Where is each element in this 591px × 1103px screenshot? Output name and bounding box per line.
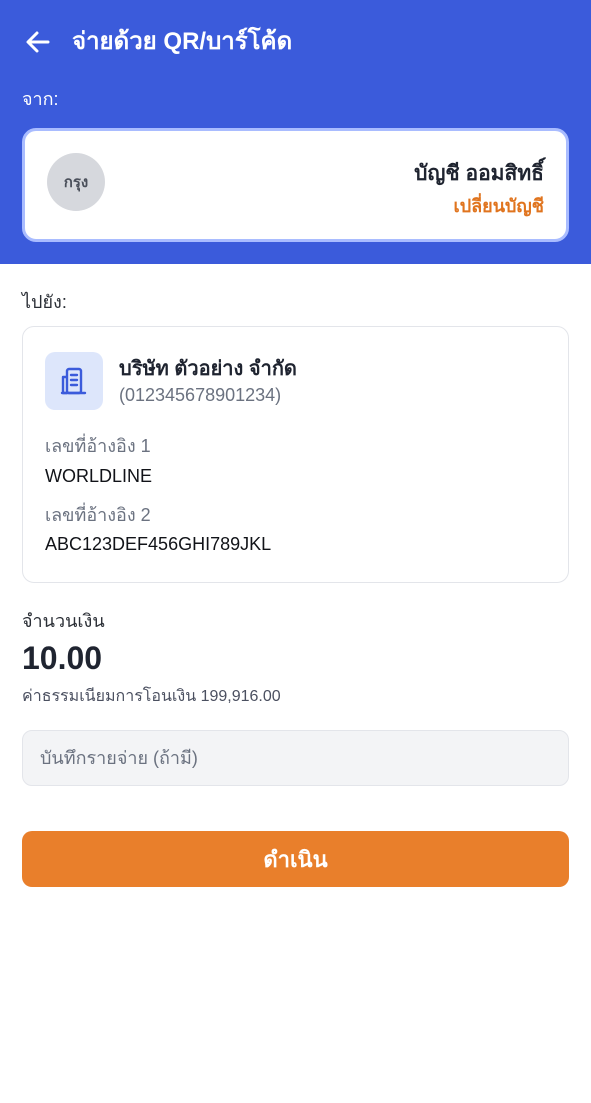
payee-name: บริษัท ตัวอย่าง จำกัด [119,358,297,380]
page-title: จ่ายด้วย QR/บาร์โค้ด [72,28,293,55]
change-account-link[interactable]: เปลี่ยนบัญชี [454,191,544,220]
amount-value: 10.00 [22,640,103,676]
reference-2-value: ABC123DEF456GHI789JKL [45,534,272,554]
proceed-button[interactable]: ดำเนิน [22,831,569,887]
payee-icon-container [45,352,103,410]
to-label: ไปยัง: [22,292,67,312]
reference-1-label: เลขที่อ้างอิง 1 [45,436,151,456]
arrow-left-icon [26,31,50,53]
building-icon [60,367,87,395]
bank-avatar: กรุง [47,153,105,211]
back-button[interactable] [22,26,54,58]
source-account-card[interactable]: กรุง บัญชี ออมสิทธิ์ เปลี่ยนบัญชี [22,128,569,242]
reference-1-value: WORLDLINE [45,466,153,486]
header: จ่ายด้วย QR/บาร์โค้ด จาก: กรุง บัญชี ออม… [0,0,591,264]
from-label: จาก: [22,89,59,109]
amount-label: จำนวนเงิน [22,611,105,631]
memo-input[interactable] [22,730,569,786]
fee-text: ค่าธรรมเนียมการโอนเงิน 199,916.00 [22,688,281,705]
payee-card: บริษัท ตัวอย่าง จำกัด (012345678901234) … [22,326,569,583]
payee-id: (012345678901234) [119,385,282,405]
account-name: บัญชี ออมสิทธิ์ [414,162,544,185]
reference-2-label: เลขที่อ้างอิง 2 [45,505,151,525]
